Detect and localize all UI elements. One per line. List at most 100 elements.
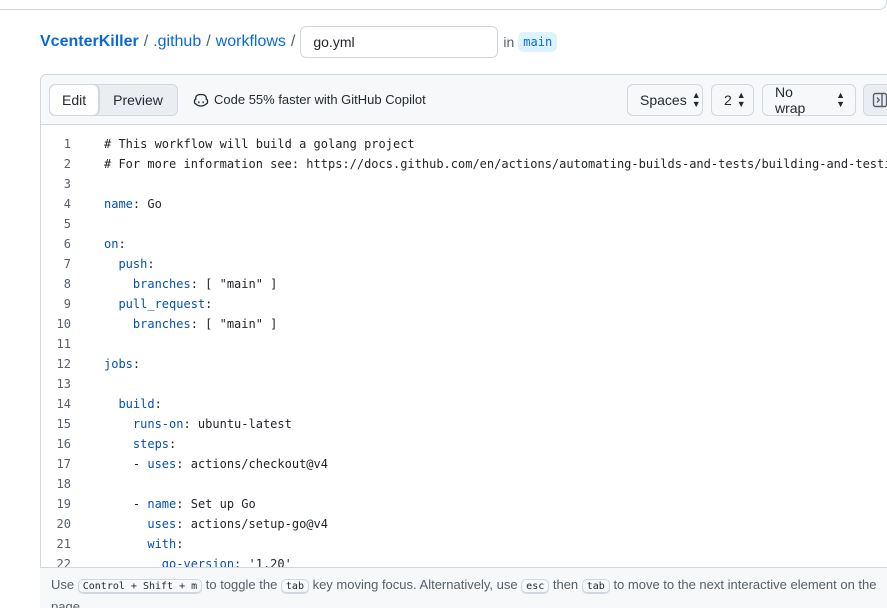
footer-text: Use xyxy=(51,577,78,592)
breadcrumb-owner-link[interactable]: VcenterKiller xyxy=(40,33,139,51)
copilot-promo-text: Code 55% faster with GitHub Copilot xyxy=(214,92,426,107)
preview-tab[interactable]: Preview xyxy=(99,85,177,115)
branch-badge: main xyxy=(518,32,558,52)
code-line: 6 on: xyxy=(41,234,887,254)
code-line: 1 # This workflow will build a golang pro… xyxy=(41,134,887,154)
kbd-shortcut: tab xyxy=(581,579,610,594)
line-text: push: xyxy=(118,257,155,271)
code-line: 22 go-version: '1.20' xyxy=(41,554,887,567)
line-number: 7 xyxy=(63,257,71,271)
code-line: 11 xyxy=(41,334,887,354)
toggle-side-panel-button[interactable] xyxy=(863,84,887,116)
filename-input[interactable] xyxy=(300,26,499,58)
kbd-shortcut: esc xyxy=(521,579,550,594)
line-number: 18 xyxy=(56,477,71,491)
line-number: 2 xyxy=(63,157,71,171)
code-line: 10 branches: [ "main" ] xyxy=(41,314,887,334)
line-number: 13 xyxy=(56,377,71,391)
line-text: pull_request: xyxy=(118,297,213,311)
keyboard-help-footer: Use Control + Shift + m to toggle the ta… xyxy=(40,567,887,608)
editor-toolbar: Edit Preview Code 55% faster with GitHub… xyxy=(41,75,887,125)
side-panel-icon xyxy=(872,92,887,108)
branch-in-label: in xyxy=(503,34,515,50)
line-text: - uses: actions/checkout@v4 xyxy=(104,457,328,471)
line-number: 3 xyxy=(63,177,71,191)
line-text: # This workflow will build a golang proj… xyxy=(104,137,415,151)
footer-text: key moving focus. Alternatively, use xyxy=(308,577,522,592)
line-text: # For more information see: https://docs… xyxy=(104,157,887,171)
code-line: 17 - uses: actions/checkout@v4 xyxy=(41,454,887,474)
copilot-promo-link[interactable]: Code 55% faster with GitHub Copilot xyxy=(193,92,426,107)
line-number: 17 xyxy=(56,457,71,471)
code-line: 5 xyxy=(41,214,887,234)
footer-text: then xyxy=(549,577,582,592)
top-frame-divider xyxy=(0,0,887,10)
line-number: 1 xyxy=(63,137,71,151)
line-text: on: xyxy=(104,237,126,251)
line-text: runs-on: ubuntu-latest xyxy=(132,417,292,431)
line-text: with: xyxy=(147,537,184,551)
code-line: 7 push: xyxy=(41,254,887,274)
code-line: 12 jobs: xyxy=(41,354,887,374)
line-text: - name: Set up Go xyxy=(104,497,256,511)
breadcrumb-separator: / xyxy=(206,33,211,50)
code-line: 19 - name: Set up Go xyxy=(41,494,887,514)
line-text: name: Go xyxy=(104,197,162,211)
line-number: 11 xyxy=(56,337,71,351)
kbd-shortcut: Control + Shift + m xyxy=(77,579,203,594)
code-line: 16 steps: xyxy=(41,434,887,454)
code-line: 4 name: Go xyxy=(41,194,887,214)
updown-arrows-icon: ▲ ▼ xyxy=(836,90,845,109)
wrap-mode-value: No wrap xyxy=(775,84,806,116)
code-line: 20 uses: actions/setup-go@v4 xyxy=(41,514,887,534)
line-number: 12 xyxy=(56,357,71,371)
edit-tab[interactable]: Edit xyxy=(50,85,100,115)
breadcrumb: VcenterKiller / .github / workflows / in… xyxy=(40,26,558,58)
line-number: 21 xyxy=(56,537,71,551)
code-area[interactable]: 1 # This workflow will build a golang pro… xyxy=(41,126,887,567)
code-line: 15 runs-on: ubuntu-latest xyxy=(41,414,887,434)
line-number: 8 xyxy=(63,277,71,291)
code-line: 8 branches: [ "main" ] xyxy=(41,274,887,294)
code-line: 18 xyxy=(41,474,887,494)
line-number: 10 xyxy=(56,317,71,331)
wrap-mode-select[interactable]: No wrap ▲ ▼ xyxy=(762,84,856,116)
file-editor: Edit Preview Code 55% faster with GitHub… xyxy=(40,74,887,608)
line-number: 14 xyxy=(56,397,71,411)
line-number: 22 xyxy=(56,557,71,567)
line-text: jobs: xyxy=(104,357,141,371)
line-number: 19 xyxy=(56,497,71,511)
line-number: 15 xyxy=(56,417,71,431)
line-number: 9 xyxy=(63,297,71,311)
indent-size-select[interactable]: 2 ▲ ▼ xyxy=(711,84,754,116)
breadcrumb-folder-github[interactable]: .github xyxy=(153,33,201,51)
code-line: 14 build: xyxy=(41,394,887,414)
kbd-shortcut: tab xyxy=(280,579,309,594)
edit-preview-toggle: Edit Preview xyxy=(49,84,178,116)
updown-arrows-icon: ▲ ▼ xyxy=(691,90,701,109)
line-number: 5 xyxy=(63,217,71,231)
breadcrumb-separator: / xyxy=(143,33,149,50)
indent-size-value: 2 xyxy=(724,92,732,108)
code-line: 3 xyxy=(41,174,887,194)
line-text: branches: [ "main" ] xyxy=(132,277,278,291)
updown-arrows-icon: ▲ ▼ xyxy=(736,90,746,109)
breadcrumb-folder-workflows[interactable]: workflows xyxy=(216,33,286,51)
breadcrumb-separator: / xyxy=(290,33,296,50)
code-line: 13 xyxy=(41,374,887,394)
line-number: 4 xyxy=(63,197,71,211)
indent-mode-select[interactable]: Spaces ▲ ▼ xyxy=(627,84,703,116)
line-number: 16 xyxy=(56,437,71,451)
code-line: 9 pull_request: xyxy=(41,294,887,314)
line-text: go-version: '1.20' xyxy=(161,557,292,567)
code-line: 2 # For more information see: https://doc… xyxy=(41,154,887,174)
line-number: 6 xyxy=(63,237,71,251)
indent-mode-value: Spaces xyxy=(640,92,687,108)
copilot-icon xyxy=(193,93,209,107)
line-text: build: xyxy=(118,397,162,411)
line-text: uses: actions/setup-go@v4 xyxy=(147,517,328,531)
line-text: steps: xyxy=(132,437,177,451)
line-text: branches: [ "main" ] xyxy=(132,317,278,331)
footer-text: to toggle the xyxy=(202,577,281,592)
code-line: 21 with: xyxy=(41,534,887,554)
